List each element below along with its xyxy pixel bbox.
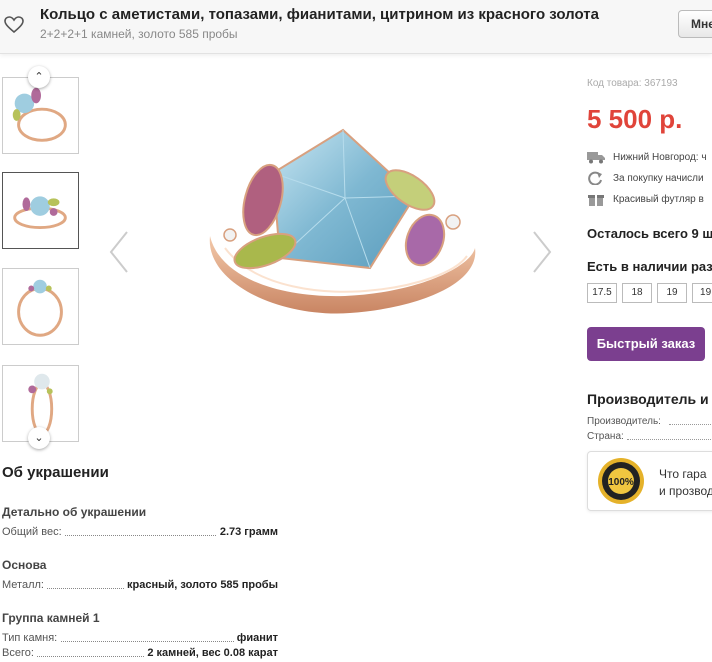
size-option[interactable]: 19 (657, 283, 687, 303)
thumbnail-2[interactable] (2, 172, 79, 249)
main-product-image (209, 128, 476, 314)
group-title-base: Основа (2, 558, 47, 572)
thumbnails-down-button[interactable]: ⌄ (28, 427, 50, 449)
thumbnails-up-button[interactable]: ⌃ (28, 66, 50, 88)
product-code: Код товара: 367193 (587, 78, 678, 89)
maker-row-country: Страна: (587, 431, 712, 444)
size-option[interactable]: 19. (692, 283, 712, 303)
ring-top-image (17, 279, 63, 337)
product-subtitle: 2+2+2+1 камней, золото 585 пробы (40, 27, 238, 41)
maker-title: Производитель и (587, 391, 709, 407)
next-image-arrow[interactable] (530, 230, 554, 274)
gift-icon (588, 195, 604, 206)
maker-row-manufacturer: Производитель: (587, 416, 712, 429)
feature-bonus: За покупку начисли (587, 171, 712, 187)
spec-value: 2.73 грамм (216, 526, 278, 538)
product-title: Кольцо с аметистами, топазами, фианитами… (40, 6, 599, 23)
prev-image-arrow[interactable] (107, 230, 131, 274)
stock-remaining: Осталось всего 9 ш (587, 226, 712, 241)
about-title: Об украшении (2, 464, 109, 481)
spec-value: 2 камней, вес 0.08 карат (144, 647, 278, 659)
group-title-details: Детально об украшении (2, 505, 147, 519)
spec-row-weight: Общий вес: 2.73 грамм (2, 526, 278, 540)
seal-text: 100% (608, 477, 634, 488)
spec-row-stone-type: Тип камня: фианит (2, 632, 278, 646)
size-option[interactable]: 18 (622, 283, 652, 303)
ring-front-image (13, 196, 67, 230)
spec-label: Всего: (2, 647, 37, 659)
guarantee-line-1: Что гара (659, 467, 707, 481)
feature-text: За покупку начисли (613, 173, 704, 184)
truck-icon (587, 152, 605, 164)
feature-gift-box: Красивый футляр в (587, 192, 712, 208)
thumbnail-1[interactable] (2, 77, 79, 154)
quick-order-button[interactable]: Быстрый заказ (587, 327, 705, 361)
guarantee-seal-icon: 100% (598, 458, 644, 504)
top-action-button[interactable]: Мне (678, 10, 712, 38)
dotted-leader (669, 424, 712, 425)
ring-side-image (12, 87, 67, 142)
spec-label: Тип камня: (2, 632, 61, 644)
group-title-stones-1: Группа камней 1 (2, 611, 100, 625)
refresh-icon (588, 171, 602, 185)
feature-delivery: Нижний Новгород: ч (587, 150, 712, 166)
feature-text: Нижний Новгород: ч (613, 152, 707, 163)
spec-label: Металл: (2, 579, 47, 591)
guarantee-line-2: и прозвод (659, 484, 712, 498)
feature-text: Красивый футляр в (613, 194, 704, 205)
spec-value: фианит (233, 632, 278, 644)
thumbnail-3[interactable] (2, 268, 79, 345)
maker-label: Страна: (587, 431, 624, 442)
spec-row-stone-total: Всего: 2 камней, вес 0.08 карат (2, 647, 278, 661)
size-option[interactable]: 17.5 (587, 283, 617, 303)
availability-title: Есть в наличии раз (587, 259, 712, 274)
heart-icon[interactable] (4, 16, 24, 34)
top-bar: Кольцо с аметистами, топазами, фианитами… (0, 0, 712, 54)
guarantee-box[interactable]: 100% Что гара и прозвод (587, 451, 712, 511)
dotted-leader (627, 439, 712, 440)
guarantee-text: Что гара и прозвод (659, 466, 712, 500)
spec-row-metal: Металл: красный, золото 585 пробы (2, 579, 278, 593)
spec-label: Общий вес: (2, 526, 65, 538)
spec-value: красный, золото 585 пробы (124, 579, 278, 591)
maker-label: Производитель: (587, 416, 661, 427)
product-price: 5 500 р. (587, 104, 683, 134)
